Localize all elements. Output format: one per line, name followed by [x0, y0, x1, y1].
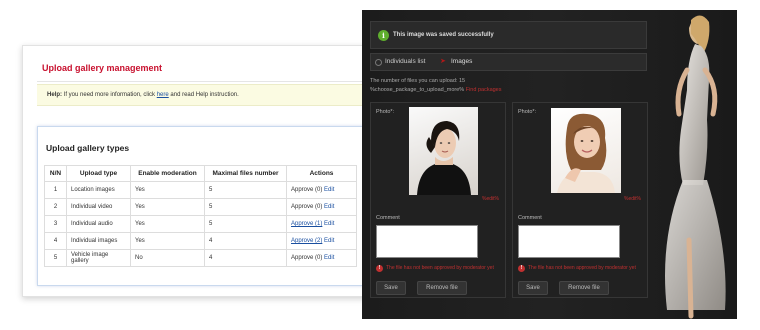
comment-input[interactable] — [376, 225, 478, 258]
exclamation-circle-icon: ! — [376, 265, 383, 272]
page-title: Upload gallery management — [42, 63, 163, 73]
cell-type: Vehicle image gallery — [66, 249, 131, 267]
table-row: 1 Location images Yes 5 Approve (0) Edit — [44, 181, 357, 199]
help-text-before: If you need more information, click — [63, 92, 156, 98]
comment-label: Comment — [376, 215, 400, 221]
remove-file-button[interactable]: Remove file — [417, 281, 467, 295]
upload-types-table: N/N Upload type Enable moderation Maxima… — [44, 165, 357, 267]
radio-icon — [375, 59, 382, 66]
cell-moderation: Yes — [130, 232, 205, 250]
table-row: 3 Individual audio Yes 5 Approve (1) Edit — [44, 215, 357, 233]
cell-max: 4 — [204, 249, 287, 267]
success-text: This image was saved successfully — [393, 32, 494, 38]
cell-max: 4 — [204, 232, 287, 250]
photo-label: Photo*: — [376, 109, 395, 115]
moderation-warning: ! The file has not been approved by mode… — [518, 265, 648, 272]
quota-prefix: %choose_package_to_upload_more% — [370, 87, 465, 93]
find-packages-link[interactable]: Find packages — [466, 87, 502, 93]
edit-link[interactable]: Edit — [324, 255, 334, 261]
table-row: 4 Individual images Yes 4 Approve (2) Edit — [44, 232, 357, 250]
upload-quota: The number of files you can upload: 15 %… — [370, 77, 502, 95]
cell-moderation: Yes — [130, 181, 205, 199]
cell-nn: 1 — [44, 181, 67, 199]
edit-link[interactable]: %edit% — [482, 196, 499, 202]
cell-type: Individual video — [66, 198, 131, 216]
cell-max: 5 — [204, 198, 287, 216]
user-panel: i This image was saved successfully Indi… — [362, 10, 737, 319]
col-header-type: Upload type — [66, 165, 131, 182]
cell-nn: 5 — [44, 249, 67, 267]
approve-link[interactable]: Approve (0) — [291, 255, 322, 261]
cell-moderation: Yes — [130, 215, 205, 233]
comment-label: Comment — [518, 215, 542, 221]
col-header-moderation: Enable moderation — [130, 165, 205, 182]
cell-type: Individual audio — [66, 215, 131, 233]
cell-actions: Approve (0) Edit — [286, 181, 357, 199]
warning-text: The file has not been approved by modera… — [386, 265, 494, 271]
woman-portrait-image — [417, 121, 471, 195]
edit-link[interactable]: %edit% — [624, 196, 641, 202]
tab-label: Individuals list — [385, 58, 426, 65]
cell-nn: 2 — [44, 198, 67, 216]
model-figure-image — [665, 15, 726, 319]
image-card: Photo*: %edit% Comment ! The file has no… — [370, 102, 506, 298]
cell-nn: 3 — [44, 215, 67, 233]
approve-link[interactable]: Approve (2) — [291, 238, 322, 244]
approve-link[interactable]: Approve (0) — [291, 187, 322, 193]
approve-link[interactable]: Approve (1) — [291, 221, 322, 227]
cell-max: 5 — [204, 181, 287, 199]
cell-actions: Approve (2) Edit — [286, 232, 357, 250]
photo-label: Photo*: — [518, 109, 537, 115]
edit-link[interactable]: Edit — [324, 187, 334, 193]
success-message: i This image was saved successfully — [370, 21, 647, 49]
photo-thumbnail[interactable] — [551, 108, 621, 193]
moderation-warning: ! The file has not been approved by mode… — [376, 265, 506, 272]
cell-moderation: Yes — [130, 198, 205, 216]
save-button[interactable]: Save — [376, 281, 406, 295]
quota-line: The number of files you can upload: 15 — [370, 78, 466, 84]
save-button[interactable]: Save — [518, 281, 548, 295]
help-text-after: and read Help instruction. — [170, 92, 239, 98]
cell-type: Location images — [66, 181, 131, 199]
cell-nn: 4 — [44, 232, 67, 250]
help-link[interactable]: here — [157, 92, 169, 98]
edit-link[interactable]: Edit — [324, 238, 334, 244]
cell-moderation: No — [130, 249, 205, 267]
cell-actions: Approve (1) Edit — [286, 215, 357, 233]
tab-images[interactable]: Images — [451, 58, 472, 65]
edit-link[interactable]: Edit — [324, 204, 334, 210]
cell-type: Individual images — [66, 232, 131, 250]
col-header-max: Maximal files number — [204, 165, 287, 182]
remove-file-button[interactable]: Remove file — [559, 281, 609, 295]
check-circle-icon: i — [378, 30, 389, 41]
breadcrumb: Individuals list ➤ Images — [370, 53, 647, 71]
table-header-row: N/N Upload type Enable moderation Maxima… — [44, 165, 357, 182]
table-row: 2 Individual video Yes 5 Approve (0) Edit — [44, 198, 357, 216]
arrow-right-icon: ➤ — [440, 58, 446, 65]
quota-line-2: %choose_package_to_upload_more% Find pac… — [370, 86, 502, 95]
comment-input[interactable] — [518, 225, 620, 258]
approve-link[interactable]: Approve (0) — [291, 204, 322, 210]
tab-individuals-list[interactable]: Individuals list — [375, 58, 426, 66]
cell-actions: Approve (0) Edit — [286, 249, 357, 267]
section-title: Upload gallery types — [46, 143, 130, 153]
cell-actions: Approve (0) Edit — [286, 198, 357, 216]
photo-thumbnail[interactable] — [409, 107, 478, 195]
help-label: Help: — [47, 92, 62, 98]
cell-max: 5 — [204, 215, 287, 233]
warning-text: The file has not been approved by modera… — [528, 265, 636, 271]
col-header-actions: Actions — [286, 165, 357, 182]
edit-link[interactable]: Edit — [324, 221, 334, 227]
table-row: 5 Vehicle image gallery No 4 Approve (0) Edi… — [44, 249, 357, 267]
exclamation-circle-icon: ! — [518, 265, 525, 272]
woman-portrait-image — [557, 113, 615, 193]
col-header-nn: N/N — [44, 165, 67, 182]
image-card: Photo*: %edit% Comment ! The file has no… — [512, 102, 648, 298]
